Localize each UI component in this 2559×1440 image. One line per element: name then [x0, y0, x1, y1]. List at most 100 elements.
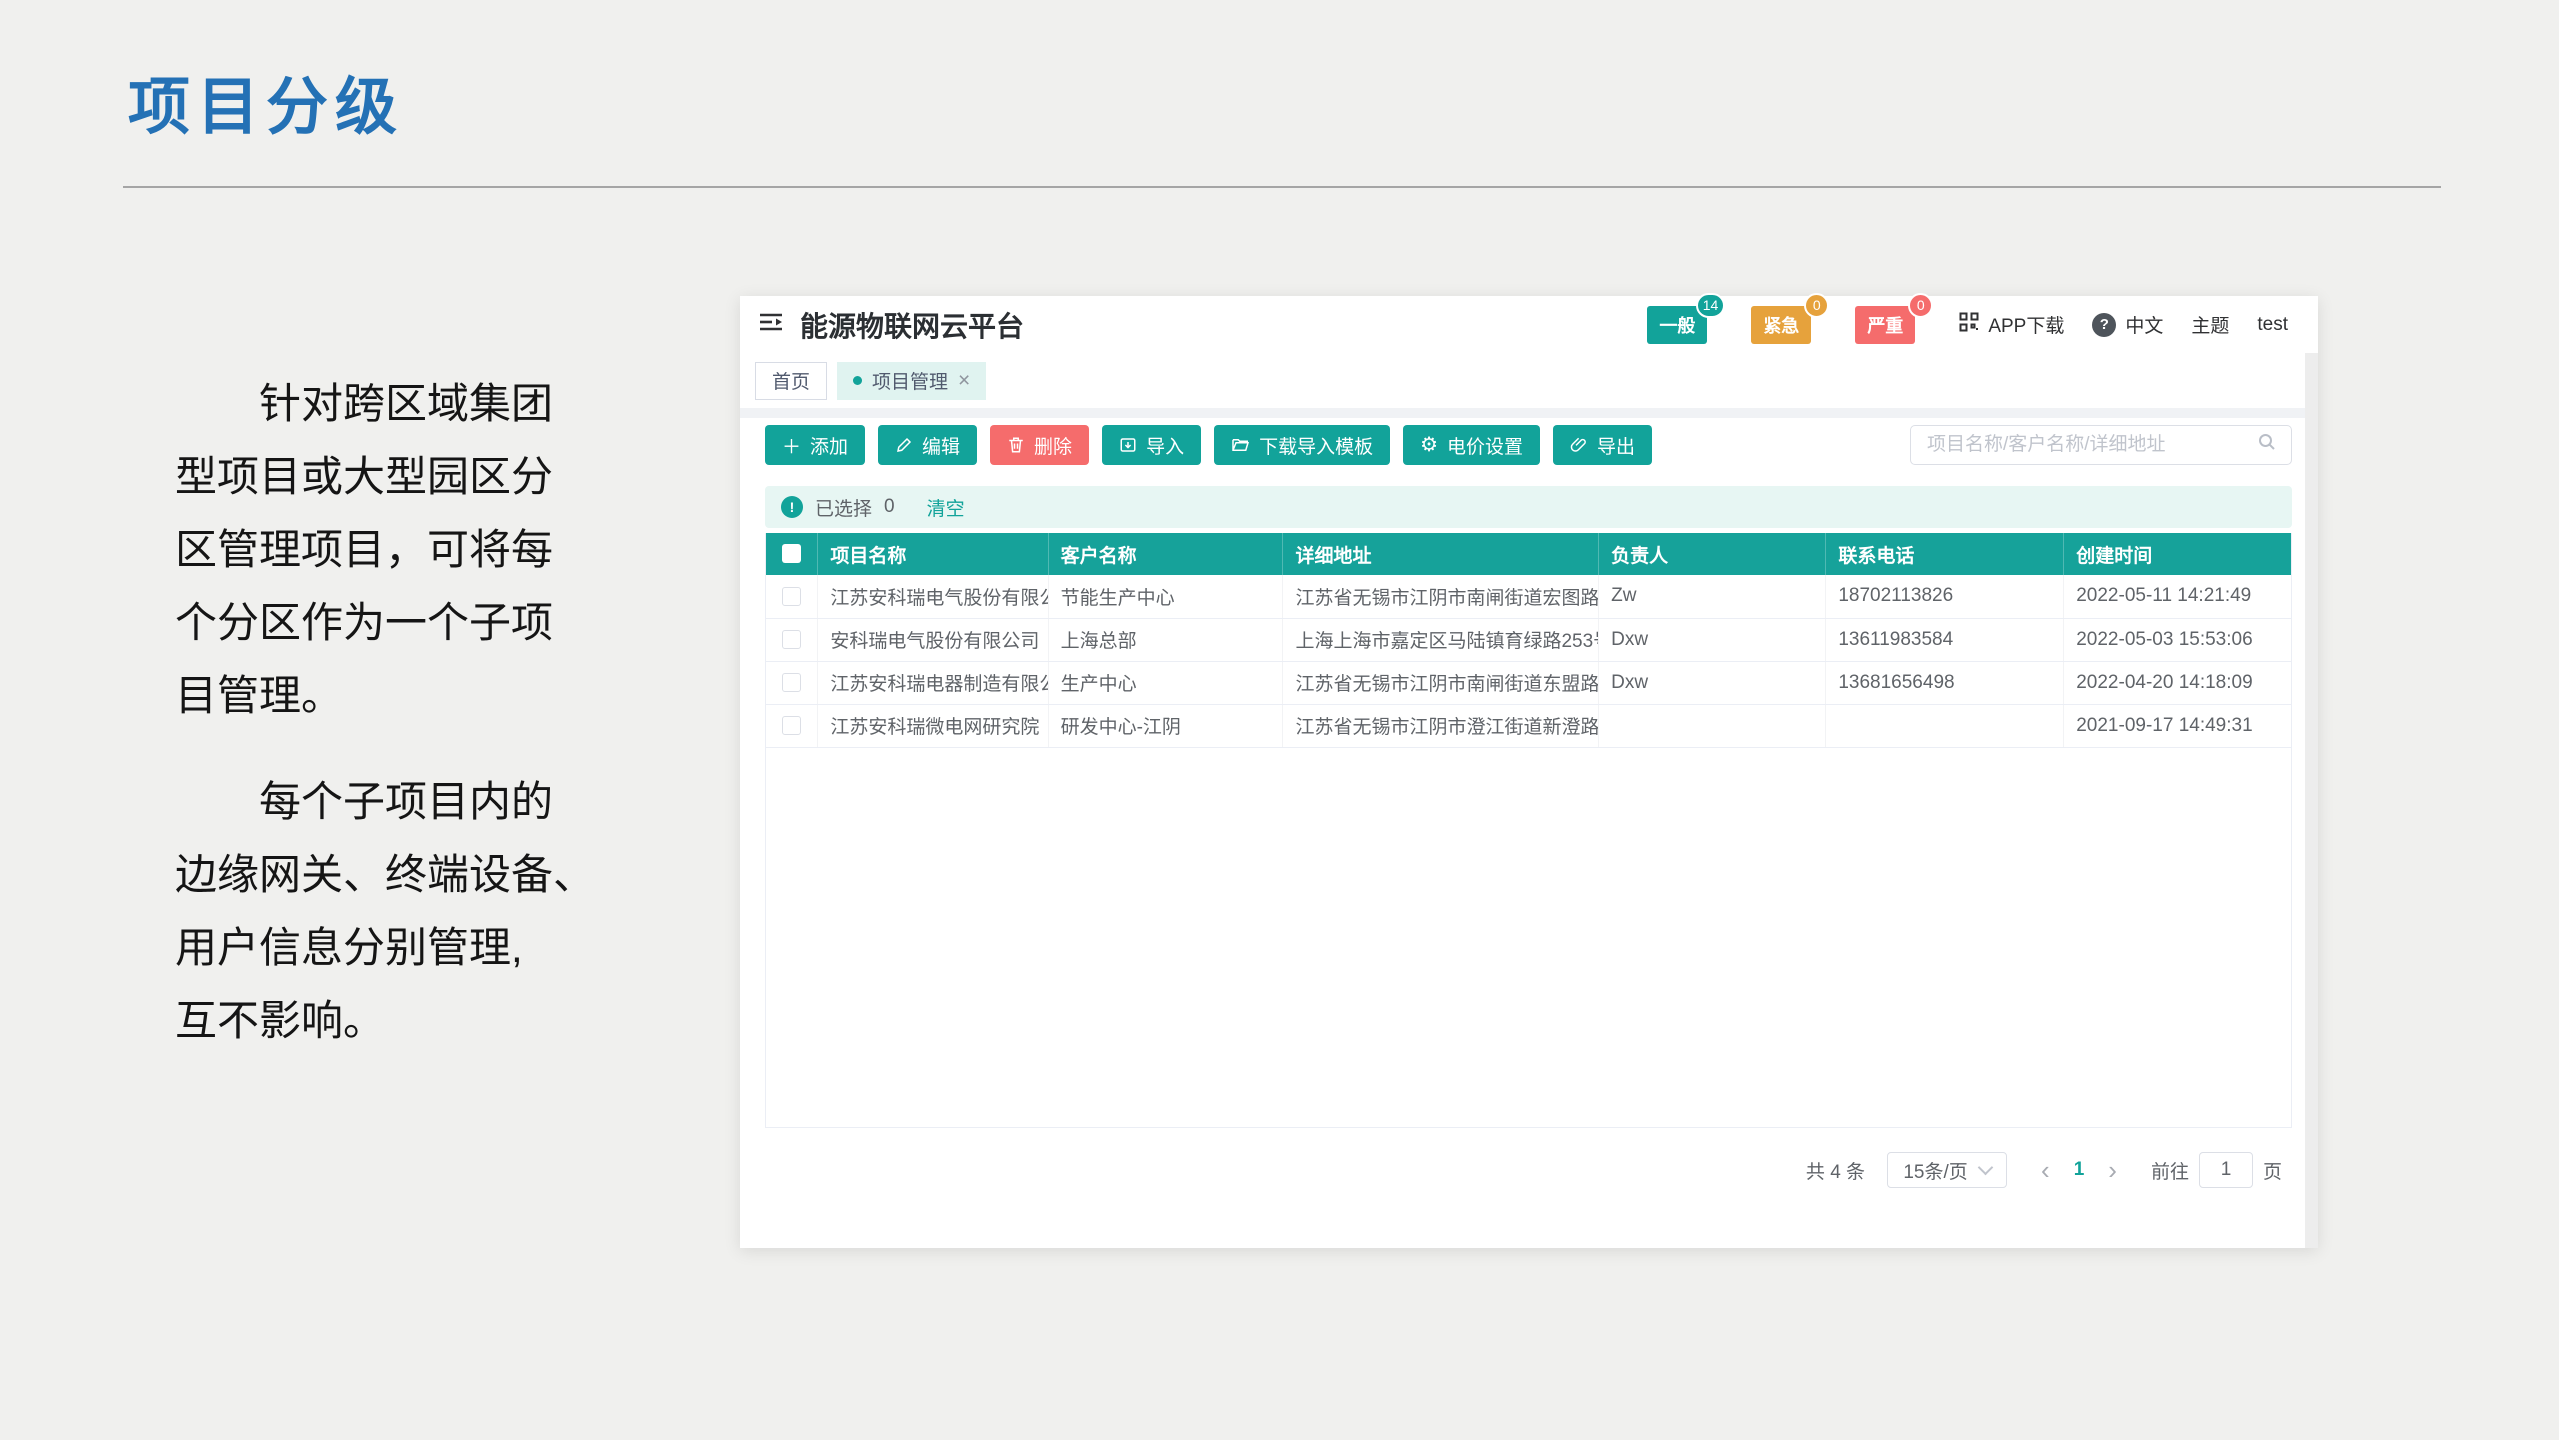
cell-address: 江苏省无锡市江阴市澄江街道新澄路9号	[1283, 704, 1599, 747]
button-label: 导出	[1597, 432, 1635, 459]
intro-line: 目管理。	[175, 659, 595, 732]
search-input[interactable]	[1925, 433, 2257, 457]
row-checkbox[interactable]	[782, 673, 801, 692]
language-switch[interactable]: ? 中文	[2092, 311, 2163, 338]
tab-bar: 首页 项目管理 ×	[740, 353, 2318, 408]
next-page-button[interactable]: ›	[2096, 1157, 2129, 1183]
folder-open-icon	[1231, 436, 1250, 454]
clear-selection-link[interactable]: 清空	[927, 494, 965, 521]
row-checkbox[interactable]	[782, 630, 801, 649]
download-template-button[interactable]: 下载导入模板	[1214, 425, 1390, 465]
page-title: 项目分级	[128, 56, 404, 146]
alarm-count-badge: 0	[1804, 293, 1829, 318]
button-label: 导入	[1146, 432, 1184, 459]
intro-line: 区管理项目，可将每	[175, 513, 595, 586]
select-all-checkbox[interactable]	[782, 544, 801, 563]
search-box	[1910, 425, 2292, 465]
alarm-badge-label: 紧急	[1763, 316, 1799, 336]
vertical-scrollbar[interactable]	[2305, 353, 2318, 1248]
table-row[interactable]: 安科瑞电气股份有限公司 上海总部 上海上海市嘉定区马陆镇育绿路253号 Dxw …	[766, 618, 2291, 661]
cell-phone: 18702113826	[1826, 575, 2064, 618]
intro-paragraph-1: 针对跨区域集团 型项目或大型园区分 区管理项目，可将每 个分区作为一个子项 目管…	[175, 367, 595, 732]
language-label: 中文	[2125, 311, 2163, 338]
intro-line: 针对跨区域集团	[175, 367, 595, 440]
collapse-menu-icon[interactable]	[758, 311, 784, 339]
tab-label: 首页	[772, 367, 810, 394]
goto-page-input[interactable]	[2199, 1152, 2253, 1188]
cell-project-name: 江苏安科瑞电器制造有限公司	[818, 661, 1048, 704]
pagination: 共 4 条 15条/页 ‹ 1 › 前往 页	[765, 1148, 2292, 1192]
header-right: 一般 14 紧急 0 严重 0	[1647, 306, 2288, 344]
column-header-phone[interactable]: 联系电话	[1826, 533, 2064, 575]
cell-address: 江苏省无锡市江阴市南闸街道东盟路5号	[1283, 661, 1599, 704]
project-table: 项目名称 客户名称 详细地址 负责人 联系电话 创建时间 江苏安科瑞电气股份有限…	[765, 533, 2292, 1128]
cell-customer-name: 生产中心	[1048, 661, 1283, 704]
cell-owner: Dxw	[1599, 618, 1826, 661]
export-button[interactable]: 导出	[1553, 425, 1652, 465]
intro-text: 针对跨区域集团 型项目或大型园区分 区管理项目，可将每 个分区作为一个子项 目管…	[175, 367, 595, 1057]
help-icon: ?	[2092, 313, 2116, 337]
electricity-price-settings-button[interactable]: ⚙ 电价设置	[1403, 425, 1540, 465]
chevron-down-icon	[1977, 1160, 1993, 1176]
toolbar: ＋ 添加 编辑 删除	[765, 425, 2292, 465]
table-row[interactable]: 江苏安科瑞电气股份有限公... 节能生产中心 江苏省无锡市江阴市南闸街道宏图路3…	[766, 575, 2291, 618]
alarm-badge-label: 严重	[1867, 316, 1903, 336]
column-header-owner[interactable]: 负责人	[1599, 533, 1826, 575]
button-label: 添加	[810, 432, 848, 459]
page-size-select[interactable]: 15条/页	[1887, 1152, 2007, 1188]
button-label: 下载导入模板	[1259, 432, 1373, 459]
column-header-created-time[interactable]: 创建时间	[2064, 533, 2291, 575]
username: test	[2257, 314, 2288, 336]
alarm-badge-label: 一般	[1659, 316, 1695, 336]
page-number-1[interactable]: 1	[2062, 1159, 2097, 1181]
cell-phone	[1826, 704, 2064, 747]
app-download-link[interactable]: APP下载	[1959, 311, 2064, 338]
cell-project-name: 安科瑞电气股份有限公司	[818, 618, 1048, 661]
intro-line: 型项目或大型园区分	[175, 440, 595, 513]
edit-icon	[895, 436, 913, 454]
cell-address: 江苏省无锡市江阴市南闸街道宏图路31号	[1283, 575, 1599, 618]
import-button[interactable]: 导入	[1102, 425, 1201, 465]
intro-paragraph-2: 每个子项目内的 边缘网关、终端设备、 用户信息分别管理, 互不影响。	[175, 765, 595, 1057]
add-button[interactable]: ＋ 添加	[765, 425, 865, 465]
alarm-count-badge: 14	[1696, 293, 1726, 318]
close-icon[interactable]: ×	[958, 369, 970, 393]
theme-link[interactable]: 主题	[2191, 311, 2229, 338]
cell-owner: Dxw	[1599, 661, 1826, 704]
alarm-badge-critical[interactable]: 严重 0	[1855, 306, 1915, 344]
table-row[interactable]: 江苏安科瑞微电网研究院 研发中心-江阴 江苏省无锡市江阴市澄江街道新澄路9号 2…	[766, 704, 2291, 747]
row-checkbox[interactable]	[782, 716, 801, 735]
button-label: 删除	[1034, 432, 1072, 459]
alarm-badge-urgent[interactable]: 紧急 0	[1751, 306, 1811, 344]
intro-line: 用户信息分别管理,	[175, 911, 595, 984]
column-header-project-name[interactable]: 项目名称	[818, 533, 1048, 575]
table-header-row: 项目名称 客户名称 详细地址 负责人 联系电话 创建时间	[766, 533, 2291, 575]
tab-home[interactable]: 首页	[755, 362, 827, 400]
selected-count: 0	[884, 496, 895, 518]
cell-customer-name: 节能生产中心	[1048, 575, 1283, 618]
goto-page: 前往 页	[2151, 1152, 2282, 1188]
intro-line: 每个子项目内的	[175, 765, 595, 838]
gear-icon: ⚙	[1420, 435, 1438, 455]
intro-line: 互不影响。	[175, 984, 595, 1057]
edit-button[interactable]: 编辑	[878, 425, 977, 465]
intro-line: 个分区作为一个子项	[175, 586, 595, 659]
prev-page-button[interactable]: ‹	[2029, 1157, 2062, 1183]
search-icon[interactable]	[2257, 432, 2277, 458]
delete-button[interactable]: 删除	[990, 425, 1089, 465]
table-row[interactable]: 江苏安科瑞电器制造有限公司 生产中心 江苏省无锡市江阴市南闸街道东盟路5号 Dx…	[766, 661, 2291, 704]
column-header-address[interactable]: 详细地址	[1283, 533, 1599, 575]
content-separator	[740, 408, 2318, 418]
button-label: 电价设置	[1447, 432, 1523, 459]
cell-created-time: 2022-05-11 14:21:49	[2064, 575, 2291, 618]
column-header-customer-name[interactable]: 客户名称	[1048, 533, 1283, 575]
row-checkbox[interactable]	[782, 587, 801, 606]
cell-created-time: 2021-09-17 14:49:31	[2064, 704, 2291, 747]
user-menu[interactable]: test	[2257, 314, 2288, 336]
header-checkbox-cell	[766, 533, 818, 575]
cell-owner	[1599, 704, 1826, 747]
qr-code-icon	[1959, 312, 1979, 338]
tab-project-management[interactable]: 项目管理 ×	[837, 362, 986, 400]
alarm-badge-normal[interactable]: 一般 14	[1647, 306, 1707, 344]
intro-line: 边缘网关、终端设备、	[175, 838, 595, 911]
